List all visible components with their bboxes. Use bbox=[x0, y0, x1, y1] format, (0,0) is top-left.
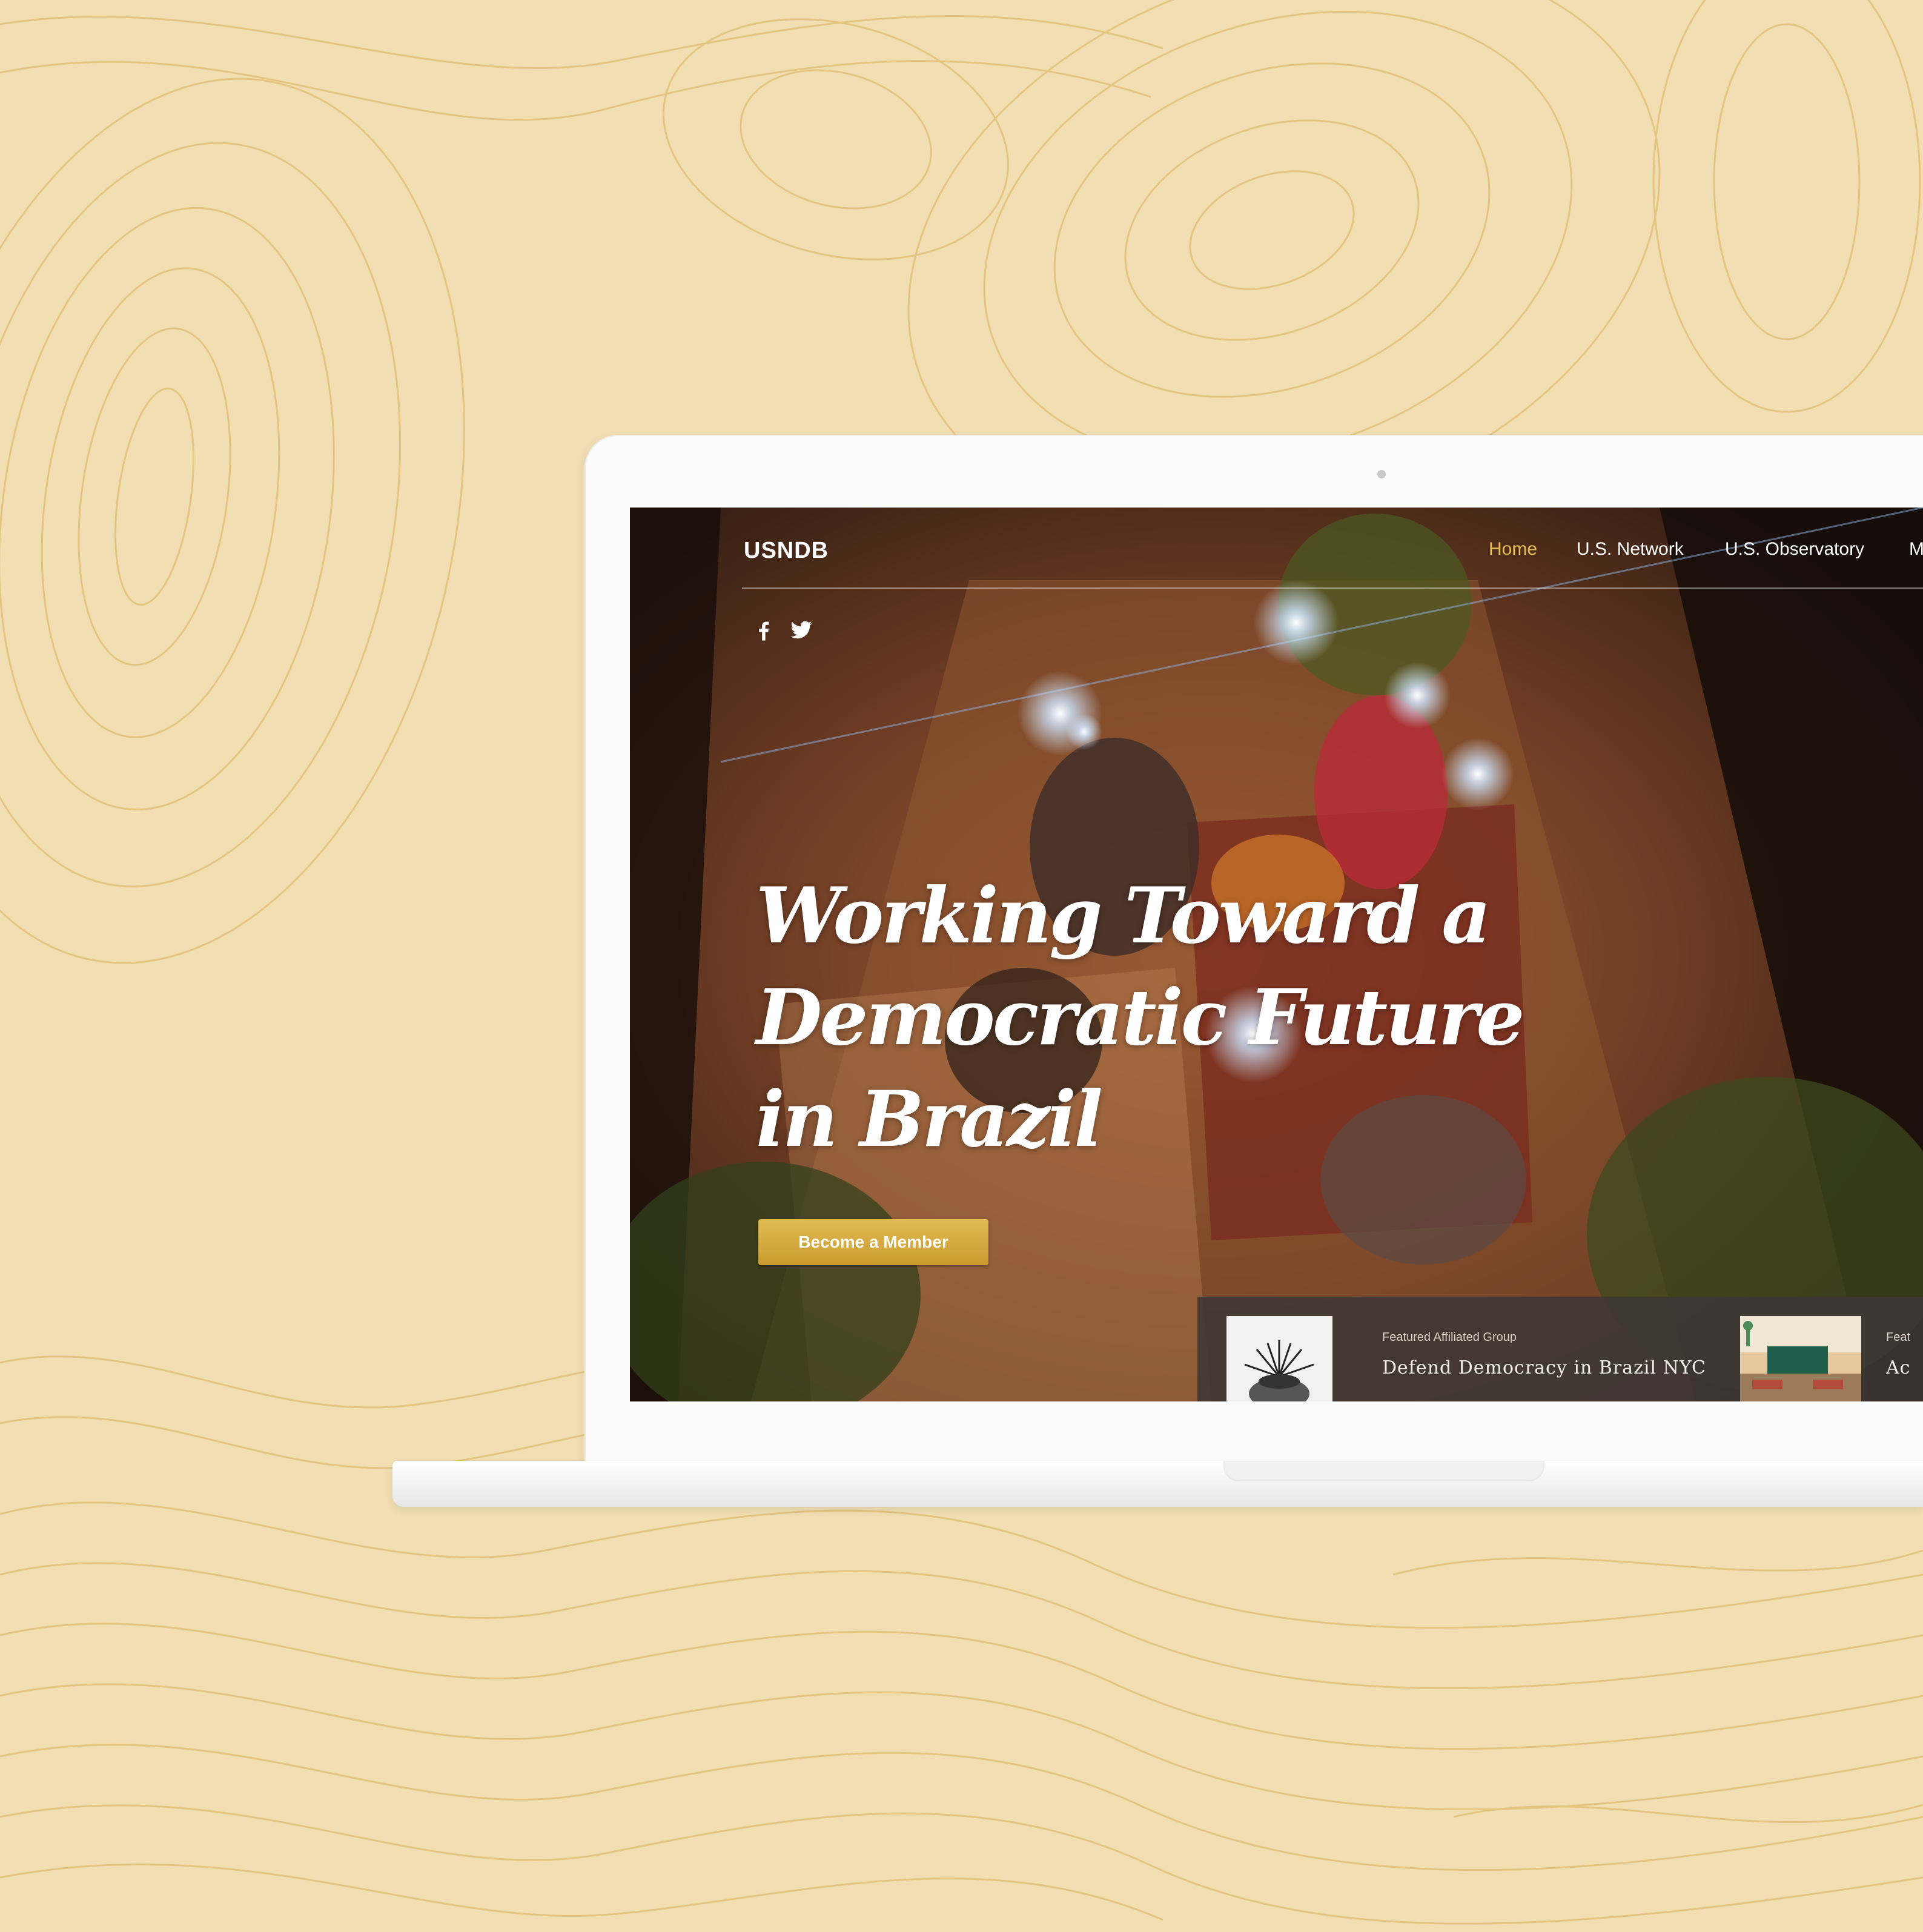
twitter-icon[interactable] bbox=[789, 617, 814, 643]
featured-card-eyebrow: Featured Affiliated Group bbox=[1382, 1331, 1517, 1344]
featured-thumbnail-classroom bbox=[1740, 1316, 1861, 1401]
nav-item-us-network[interactable]: U.S. Network bbox=[1577, 539, 1684, 560]
laptop-trackpad-notch bbox=[1223, 1461, 1544, 1481]
featured-thumbnail-statue-of-liberty bbox=[1226, 1316, 1332, 1401]
become-a-member-button[interactable]: Become a Member bbox=[758, 1219, 988, 1265]
hero-title-line-1: Working Toward a bbox=[756, 871, 1491, 961]
facebook-icon[interactable] bbox=[751, 617, 776, 643]
laptop-base bbox=[392, 1461, 1923, 1507]
hero-title: Working Toward a Democratic Future in Braz… bbox=[756, 865, 1604, 1170]
featured-card-title: Ac bbox=[1886, 1357, 1911, 1378]
social-links bbox=[751, 617, 814, 647]
hero-title-line-3: in Brazil bbox=[756, 1074, 1103, 1164]
site-navbar: USNDB Home U.S. Network U.S. Observatory… bbox=[630, 508, 1923, 592]
featured-card-title: Defend Democracy in Brazil NYC bbox=[1382, 1357, 1707, 1378]
nav-divider bbox=[742, 587, 1923, 589]
featured-card[interactable]: Feat Ac bbox=[1730, 1297, 1923, 1401]
featured-card[interactable]: Featured Affiliated Group Defend Democra… bbox=[1197, 1297, 1730, 1401]
site-logo[interactable]: USNDB bbox=[744, 538, 829, 564]
laptop-camera bbox=[1377, 470, 1386, 478]
nav-item-home[interactable]: Home bbox=[1489, 539, 1537, 560]
laptop-screen: USNDB Home U.S. Network U.S. Observatory… bbox=[630, 508, 1923, 1401]
nav-item-truncated[interactable]: M bbox=[1909, 539, 1923, 560]
featured-card-eyebrow: Feat bbox=[1886, 1331, 1911, 1344]
hero-title-line-2: Democratic Future bbox=[756, 973, 1524, 1062]
nav-item-us-observatory[interactable]: U.S. Observatory bbox=[1725, 539, 1864, 560]
